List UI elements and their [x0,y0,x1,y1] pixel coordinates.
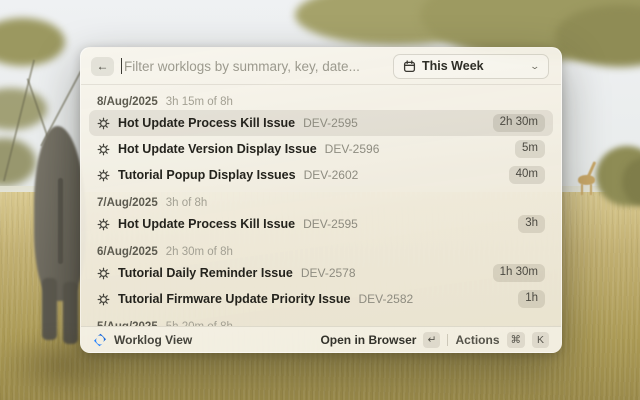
back-button[interactable]: ← [91,56,114,76]
section-date: 7/Aug/2025 [97,196,158,209]
bug-icon [97,169,110,182]
duration-badge: 3h [518,215,545,233]
issue-key: DEV-2578 [300,266,356,280]
giraffe-leg [581,184,583,195]
enter-key-icon: ↵ [423,331,441,348]
worklog-row[interactable]: Hot Update Process Kill Issue DEV-2595 2h … [89,110,553,136]
elephant-tail [58,178,63,264]
duration-badge: 1h 30m [492,264,545,282]
issue-title: Hot Update Version Display Issue [118,142,317,156]
footer-bar: Worklog View Open in Browser ↵ Actions ⌘… [81,326,561,352]
section-header: 7/Aug/2025 3h of 8h [81,188,561,211]
duration-badge: 40m [508,166,545,184]
duration-badge: 2h 30m [492,114,545,132]
back-arrow-icon: ← [96,59,109,73]
jira-icon [93,333,107,347]
giraffe-leg [590,184,592,195]
chevron-down-icon: ⌄ [529,60,541,71]
section-header: 5/Aug/20255h 20m of 8h [81,312,561,327]
section-progress: 3h 15m of 8h [165,95,233,108]
bug-icon [97,293,110,306]
bug-icon [97,117,110,130]
bug-icon [97,218,110,231]
text-cursor [121,58,122,74]
duration-badge: 5m [515,140,545,158]
search-input[interactable] [124,58,393,74]
worklog-row[interactable]: Tutorial Daily Reminder Issue DEV-2578 1h … [89,260,553,286]
issue-key: DEV-2602 [303,168,359,182]
bug-icon [97,143,110,156]
footer-divider [447,333,449,346]
calendar-icon [403,59,416,73]
section-date: 6/Aug/2025 [97,245,158,258]
worklog-row[interactable]: Tutorial Popup Display Issues DEV-2602 40m [89,162,553,188]
issue-key: DEV-2596 [324,142,380,156]
actions-button[interactable]: Actions [455,333,499,347]
section-progress: 3h of 8h [165,196,208,209]
k-key-icon: K [532,331,549,348]
app-title: Worklog View [114,332,193,347]
section-header: 6/Aug/2025 2h 30m of 8h [81,237,561,260]
date-range-dropdown[interactable]: This Week ⌄ [393,53,549,79]
worklog-list: 8/Aug/2025 3h 15m of 8h Hot Update Process… [81,85,561,326]
worklog-window: ← This Week ⌄ 8/Aug/2025 3h 15m of 8h Hot … [80,47,562,353]
date-range-value: This Week [422,59,484,73]
issue-title: Tutorial Firmware Update Priority Issue [118,292,351,306]
issue-title: Tutorial Daily Reminder Issue [118,266,293,280]
search-bar: ← This Week ⌄ [81,48,561,85]
section-progress: 2h 30m of 8h [165,245,233,258]
cmd-key-icon: ⌘ [506,331,525,348]
worklog-row[interactable]: Hot Update Version Display Issue DEV-2596… [89,136,553,162]
issue-title: Hot Update Process Kill Issue [118,116,296,130]
worklog-row[interactable]: Tutorial Firmware Update Priority Issue D… [89,286,553,312]
section-date: 8/Aug/2025 [97,95,158,108]
issue-key: DEV-2582 [358,292,414,306]
issue-key: DEV-2595 [303,116,358,130]
issue-title: Hot Update Process Kill Issue [118,217,296,231]
worklog-row[interactable]: Hot Update Process Kill Issue DEV-2595 3h [89,211,553,237]
open-in-browser-button[interactable]: Open in Browser [320,333,416,347]
issue-key: DEV-2595 [303,217,358,231]
duration-badge: 1h [518,290,545,308]
footer-actions: Open in Browser ↵ Actions ⌘ K [320,331,549,348]
bug-icon [97,267,110,280]
issue-title: Tutorial Popup Display Issues [118,168,296,182]
section-header: 8/Aug/2025 3h 15m of 8h [81,87,561,110]
